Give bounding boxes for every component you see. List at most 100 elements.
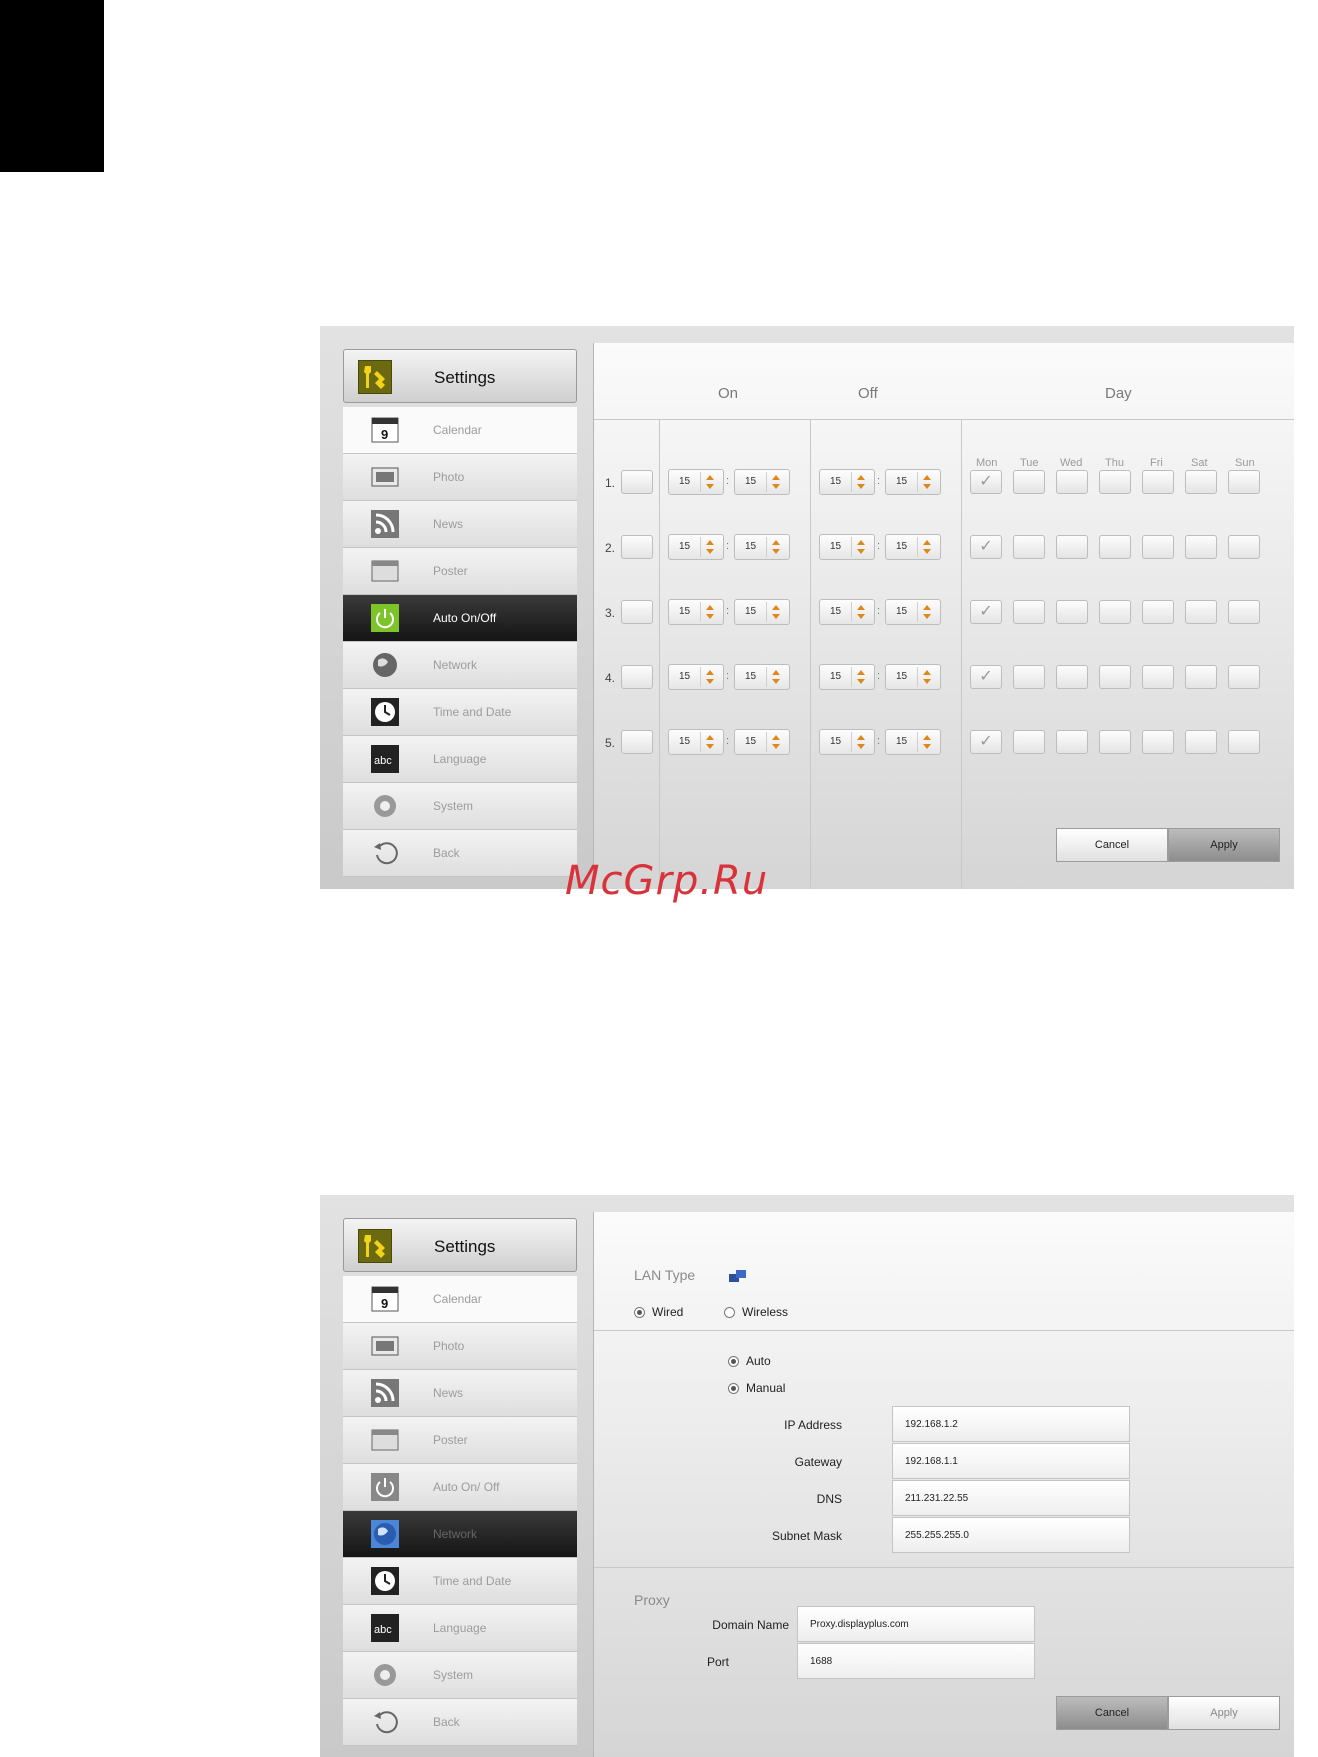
spinner-arrows-icon[interactable] (766, 602, 785, 622)
row-enable-checkbox[interactable] (621, 535, 653, 559)
spinner-arrows-icon[interactable] (700, 732, 719, 752)
off-minute-spinner[interactable]: 15 (885, 469, 941, 495)
sidebar-item-network[interactable]: Network (343, 1511, 577, 1558)
day-checkbox-fri[interactable] (1142, 665, 1174, 689)
sidebar-item-photo[interactable]: Photo (343, 454, 577, 501)
spinner-arrows-icon[interactable] (766, 732, 785, 752)
sidebar-item-system[interactable]: System (343, 783, 577, 830)
wired-radio[interactable] (634, 1307, 645, 1318)
spinner-arrows-icon[interactable] (851, 602, 870, 622)
off-minute-spinner[interactable]: 15 (885, 534, 941, 560)
day-checkbox-thu[interactable] (1099, 535, 1131, 559)
day-checkbox-thu[interactable] (1099, 470, 1131, 494)
day-checkbox-wed[interactable] (1056, 730, 1088, 754)
on-hour-spinner[interactable]: 15 (668, 599, 724, 625)
sidebar-item-system[interactable]: System (343, 1652, 577, 1699)
day-checkbox-tue[interactable] (1013, 730, 1045, 754)
gateway-field[interactable]: 192.168.1.1 (892, 1443, 1130, 1479)
day-checkbox-fri[interactable] (1142, 730, 1174, 754)
spinner-arrows-icon[interactable] (766, 537, 785, 557)
day-checkbox-mon[interactable]: ✓ (970, 535, 1002, 559)
spinner-arrows-icon[interactable] (700, 602, 719, 622)
subnet-mask-field[interactable]: 255.255.255.0 (892, 1517, 1130, 1553)
row-enable-checkbox[interactable] (621, 665, 653, 689)
on-hour-spinner[interactable]: 15 (668, 469, 724, 495)
spinner-arrows-icon[interactable] (766, 472, 785, 492)
auto-radio[interactable] (728, 1356, 739, 1367)
sidebar-item-calendar[interactable]: 9 Calendar (343, 407, 577, 454)
on-minute-spinner[interactable]: 15 (734, 729, 790, 755)
on-minute-spinner[interactable]: 15 (734, 664, 790, 690)
day-checkbox-fri[interactable] (1142, 600, 1174, 624)
port-field[interactable]: 1688 (797, 1643, 1035, 1679)
ip-address-field[interactable]: 192.168.1.2 (892, 1406, 1130, 1442)
sidebar-item-time-date[interactable]: Time and Date (343, 1558, 577, 1605)
day-checkbox-sat[interactable] (1185, 535, 1217, 559)
day-checkbox-thu[interactable] (1099, 600, 1131, 624)
day-checkbox-fri[interactable] (1142, 470, 1174, 494)
sidebar-item-language[interactable]: abc Language (343, 736, 577, 783)
on-minute-spinner[interactable]: 15 (734, 469, 790, 495)
sidebar-item-time-date[interactable]: Time and Date (343, 689, 577, 736)
day-checkbox-mon[interactable]: ✓ (970, 600, 1002, 624)
spinner-arrows-icon[interactable] (917, 602, 936, 622)
sidebar-item-poster[interactable]: Poster (343, 548, 577, 595)
day-checkbox-tue[interactable] (1013, 600, 1045, 624)
day-checkbox-wed[interactable] (1056, 600, 1088, 624)
day-checkbox-wed[interactable] (1056, 470, 1088, 494)
off-minute-spinner[interactable]: 15 (885, 664, 941, 690)
day-checkbox-tue[interactable] (1013, 535, 1045, 559)
day-checkbox-mon[interactable]: ✓ (970, 730, 1002, 754)
sidebar-item-auto-onoff[interactable]: Auto On/ Off (343, 1464, 577, 1511)
spinner-arrows-icon[interactable] (917, 667, 936, 687)
cancel-button[interactable]: Cancel (1056, 1696, 1168, 1730)
row-enable-checkbox[interactable] (621, 470, 653, 494)
on-minute-spinner[interactable]: 15 (734, 534, 790, 560)
off-hour-spinner[interactable]: 15 (819, 729, 875, 755)
sidebar-item-poster[interactable]: Poster (343, 1417, 577, 1464)
wireless-radio[interactable] (724, 1307, 735, 1318)
day-checkbox-mon[interactable]: ✓ (970, 665, 1002, 689)
sidebar-item-auto-onoff[interactable]: Auto On/Off (343, 595, 577, 642)
sidebar-item-back[interactable]: Back (343, 830, 577, 877)
sidebar-item-back[interactable]: Back (343, 1699, 577, 1746)
on-hour-spinner[interactable]: 15 (668, 664, 724, 690)
day-checkbox-sun[interactable] (1228, 600, 1260, 624)
day-checkbox-sun[interactable] (1228, 470, 1260, 494)
off-minute-spinner[interactable]: 15 (885, 729, 941, 755)
row-enable-checkbox[interactable] (621, 730, 653, 754)
day-checkbox-sun[interactable] (1228, 535, 1260, 559)
spinner-arrows-icon[interactable] (700, 667, 719, 687)
day-checkbox-thu[interactable] (1099, 730, 1131, 754)
sidebar-item-news[interactable]: News (343, 1370, 577, 1417)
day-checkbox-sat[interactable] (1185, 600, 1217, 624)
sidebar-item-photo[interactable]: Photo (343, 1323, 577, 1370)
spinner-arrows-icon[interactable] (851, 472, 870, 492)
off-hour-spinner[interactable]: 15 (819, 534, 875, 560)
spinner-arrows-icon[interactable] (917, 732, 936, 752)
spinner-arrows-icon[interactable] (917, 472, 936, 492)
on-hour-spinner[interactable]: 15 (668, 534, 724, 560)
sidebar-item-calendar[interactable]: 9 Calendar (343, 1276, 577, 1323)
day-checkbox-mon[interactable]: ✓ (970, 470, 1002, 494)
day-checkbox-tue[interactable] (1013, 665, 1045, 689)
domain-name-field[interactable]: Proxy.displayplus.com (797, 1606, 1035, 1642)
sidebar-item-network[interactable]: Network (343, 642, 577, 689)
off-hour-spinner[interactable]: 15 (819, 599, 875, 625)
day-checkbox-tue[interactable] (1013, 470, 1045, 494)
on-hour-spinner[interactable]: 15 (668, 729, 724, 755)
sidebar-item-news[interactable]: News (343, 501, 577, 548)
day-checkbox-wed[interactable] (1056, 665, 1088, 689)
spinner-arrows-icon[interactable] (700, 537, 719, 557)
day-checkbox-wed[interactable] (1056, 535, 1088, 559)
manual-radio[interactable] (728, 1383, 739, 1394)
cancel-button[interactable]: Cancel (1056, 828, 1168, 862)
day-checkbox-sat[interactable] (1185, 470, 1217, 494)
spinner-arrows-icon[interactable] (700, 472, 719, 492)
dns-field[interactable]: 211.231.22.55 (892, 1480, 1130, 1516)
apply-button[interactable]: Apply (1168, 828, 1280, 862)
row-enable-checkbox[interactable] (621, 600, 653, 624)
off-minute-spinner[interactable]: 15 (885, 599, 941, 625)
spinner-arrows-icon[interactable] (917, 537, 936, 557)
day-checkbox-thu[interactable] (1099, 665, 1131, 689)
